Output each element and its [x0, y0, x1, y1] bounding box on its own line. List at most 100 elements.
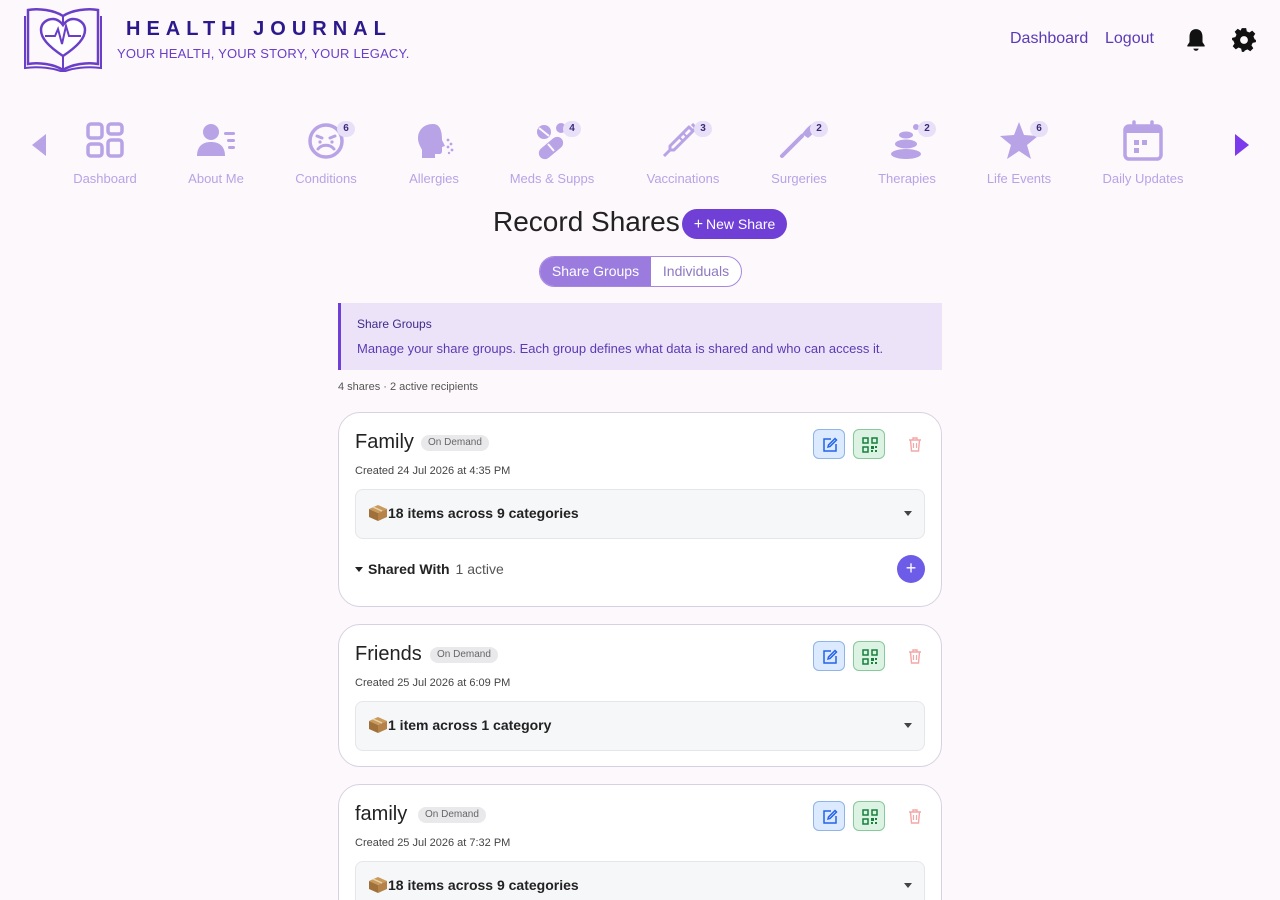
nav-label: Therapies: [878, 171, 936, 186]
qr-code-icon: [862, 437, 878, 453]
app-title: HEALTH JOURNAL: [126, 18, 392, 40]
share-group-name: family: [355, 803, 408, 825]
dashboard-icon: [86, 122, 124, 158]
tab-share-groups[interactable]: Share Groups: [540, 257, 651, 286]
items-summary: 18 items across 9 categories: [368, 504, 579, 521]
items-summary-dropdown[interactable]: 1 item across 1 category: [355, 701, 925, 751]
nav-item-daily-updates[interactable]: Daily Updates: [1088, 120, 1198, 186]
add-recipient-button[interactable]: +: [897, 555, 925, 583]
book-heart-logo-icon[interactable]: [24, 6, 102, 72]
nav-prev-arrow-icon[interactable]: [30, 133, 48, 157]
nav-label: Daily Updates: [1102, 171, 1184, 186]
dashboard-link[interactable]: Dashboard: [1010, 30, 1088, 48]
sneeze-icon: [418, 124, 454, 158]
delete-button[interactable]: [899, 641, 931, 671]
nav-label: Conditions: [295, 171, 357, 186]
nav-label: Surgeries: [771, 171, 827, 186]
edit-icon: [823, 649, 838, 664]
share-group-card: Family On Demand Created 24 Jul 2026 at …: [338, 412, 942, 607]
created-date: Created 25 Jul 2026 at 6:09 PM: [355, 677, 511, 689]
logout-link[interactable]: Logout: [1105, 30, 1154, 48]
nav-count-badge: 3: [694, 121, 712, 137]
edit-button[interactable]: [813, 641, 845, 671]
nav-label: Meds & Supps: [509, 171, 595, 186]
delete-button[interactable]: [899, 429, 931, 459]
app-header: HEALTH JOURNAL YOUR HEALTH, YOUR STORY, …: [0, 0, 1280, 90]
nav-count-badge: 2: [918, 121, 936, 137]
nav-label: About Me: [188, 171, 244, 186]
share-group-card: family On Demand Created 25 Jul 2026 at …: [338, 784, 942, 900]
plus-icon: +: [693, 216, 704, 233]
view-toggle: Share Groups Individuals: [539, 256, 742, 287]
edit-icon: [823, 809, 838, 824]
qr-code-button[interactable]: [853, 641, 885, 671]
calendar-icon: [1123, 120, 1163, 161]
shared-with-toggle[interactable]: Shared With 1 active: [355, 561, 504, 577]
items-summary-text: 1 item across 1 category: [388, 717, 552, 733]
nav-count-badge: 6: [1030, 121, 1048, 137]
caret-down-icon: [355, 567, 363, 572]
shared-with-label: Shared With: [368, 561, 450, 577]
items-summary-dropdown[interactable]: 18 items across 9 categories: [355, 489, 925, 539]
package-icon: [369, 717, 387, 733]
page-title: Record Shares: [493, 206, 680, 237]
nav-item-vaccinations[interactable]: Vaccinations 3: [628, 120, 738, 186]
nav-item-about-me[interactable]: About Me: [161, 120, 271, 186]
created-date: Created 24 Jul 2026 at 4:35 PM: [355, 465, 511, 477]
new-share-label: New Share: [706, 216, 776, 232]
trash-icon: [909, 649, 921, 664]
share-group-name: Friends: [355, 643, 422, 665]
nav-count-badge: 6: [337, 121, 355, 137]
chevron-down-icon: [904, 511, 912, 516]
items-summary-dropdown[interactable]: 18 items across 9 categories: [355, 861, 925, 900]
nav-item-dashboard[interactable]: Dashboard: [50, 120, 160, 186]
share-group-name: Family: [355, 431, 414, 453]
person-icon: [197, 124, 235, 156]
package-icon: [369, 877, 387, 893]
info-callout: Share Groups Manage your share groups. E…: [338, 303, 942, 370]
nav-count-badge: 2: [810, 121, 828, 137]
nav-item-surgeries[interactable]: Surgeries 2: [744, 120, 854, 186]
shares-summary: 4 shares · 2 active recipients: [338, 381, 479, 393]
tab-individuals[interactable]: Individuals: [651, 257, 741, 286]
qr-code-icon: [862, 649, 878, 665]
status-badge: On Demand: [421, 435, 489, 451]
items-summary: 1 item across 1 category: [368, 716, 551, 733]
delete-button[interactable]: [899, 801, 931, 831]
created-date: Created 25 Jul 2026 at 7:32 PM: [355, 837, 511, 849]
qr-code-button[interactable]: [853, 429, 885, 459]
trash-icon: [909, 437, 921, 452]
nav-label: Allergies: [409, 171, 459, 186]
info-title: Share Groups: [357, 317, 432, 331]
info-text: Manage your share groups. Each group def…: [357, 341, 884, 356]
nav-count-badge: 4: [563, 121, 581, 137]
new-share-button[interactable]: + New Share: [682, 209, 787, 239]
chevron-down-icon: [904, 723, 912, 728]
edit-button[interactable]: [813, 429, 845, 459]
app-tagline: YOUR HEALTH, YOUR STORY, YOUR LEGACY.: [117, 46, 410, 61]
qr-code-button[interactable]: [853, 801, 885, 831]
bell-icon[interactable]: [1183, 27, 1209, 53]
nav-item-therapies[interactable]: Therapies 2: [852, 120, 962, 186]
share-group-card: Friends On Demand Created 25 Jul 2026 at…: [338, 624, 942, 767]
qr-code-icon: [862, 809, 878, 825]
package-icon: [369, 505, 387, 521]
nav-item-conditions[interactable]: Conditions 6: [271, 120, 381, 186]
edit-button[interactable]: [813, 801, 845, 831]
edit-icon: [823, 437, 838, 452]
status-badge: On Demand: [430, 647, 498, 663]
chevron-down-icon: [904, 883, 912, 888]
nav-next-arrow-icon[interactable]: [1233, 133, 1251, 157]
nav-label: Life Events: [986, 171, 1052, 186]
nav-item-life-events[interactable]: Life Events 6: [964, 120, 1074, 186]
shared-with-count: 1 active: [455, 561, 504, 577]
plus-icon: +: [905, 558, 917, 578]
gear-icon[interactable]: [1231, 27, 1257, 53]
items-summary-text: 18 items across 9 categories: [388, 877, 579, 893]
nav-item-meds-supps[interactable]: Meds & Supps 4: [497, 120, 607, 186]
items-summary-text: 18 items across 9 categories: [388, 505, 579, 521]
nav-label: Dashboard: [73, 171, 137, 186]
trash-icon: [909, 809, 921, 824]
status-badge: On Demand: [418, 807, 486, 823]
nav-item-allergies[interactable]: Allergies: [379, 120, 489, 186]
